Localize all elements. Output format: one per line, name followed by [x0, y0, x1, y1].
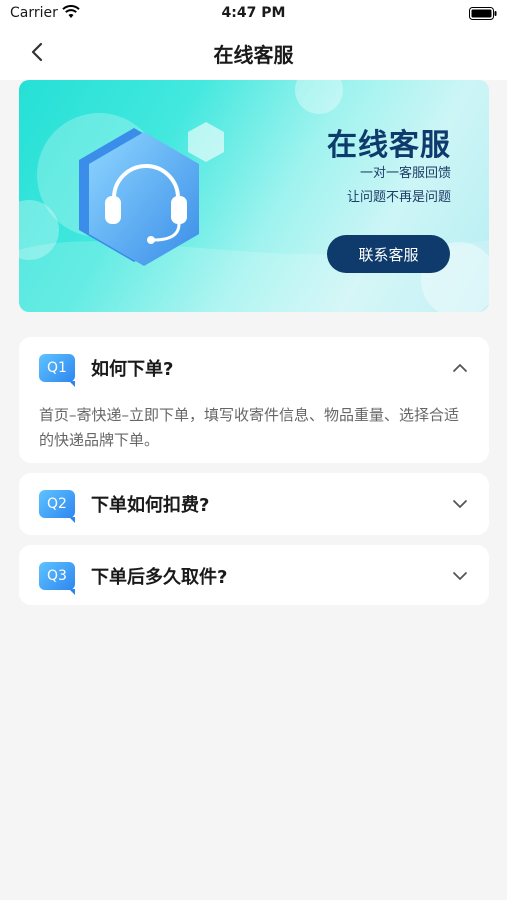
- faq-q3-header[interactable]: Q3 下单后多久取件?: [19, 545, 489, 607]
- header: Carrier 4:47 PM 在线客服: [0, 0, 507, 80]
- page-title: 在线客服: [213, 43, 294, 67]
- faq-item-q3: Q3 下单后多久取件?: [19, 545, 489, 605]
- status-time: 4:47 PM: [221, 5, 286, 21]
- q1-question: 如何下单?: [91, 359, 174, 380]
- q2-badge: Q2: [39, 490, 75, 523]
- faq-item-q2: Q2 下单如何扣费?: [19, 473, 489, 535]
- banner-subtitle-1: 一对一客服回馈: [359, 166, 451, 181]
- chevron-up-icon[interactable]: [451, 359, 469, 377]
- q3-question: 下单后多久取件?: [91, 567, 228, 588]
- faq-item-q1: Q1 如何下单? 首页–寄快递–立即下单，填写收寄件信息、物品重量、选择合适的快…: [19, 337, 489, 463]
- faq-q2-header[interactable]: Q2 下单如何扣费?: [19, 473, 489, 535]
- service-banner: 在线客服 一对一客服回馈 让问题不再是问题 联系客服: [19, 80, 489, 312]
- q3-badge: Q3: [39, 562, 75, 595]
- q1-badge: Q1: [39, 354, 75, 387]
- contact-service-button[interactable]: 联系客服: [327, 235, 450, 273]
- banner-title: 在线客服: [327, 128, 451, 163]
- q2-question: 下单如何扣费?: [91, 495, 210, 516]
- banner-subtitle-2: 让问题不再是问题: [346, 190, 451, 205]
- status-bar: Carrier 4:47 PM: [0, 0, 507, 28]
- q1-answer: 首页–寄快递–立即下单，填写收寄件信息、物品重量、选择合适的快递品牌下单。: [39, 406, 460, 449]
- chevron-down-icon[interactable]: [451, 567, 469, 585]
- nav-bar: 在线客服: [0, 28, 507, 78]
- chevron-down-icon[interactable]: [451, 495, 469, 513]
- battery-icon: [469, 7, 497, 20]
- faq-q1-header[interactable]: Q1 如何下单?: [19, 337, 489, 399]
